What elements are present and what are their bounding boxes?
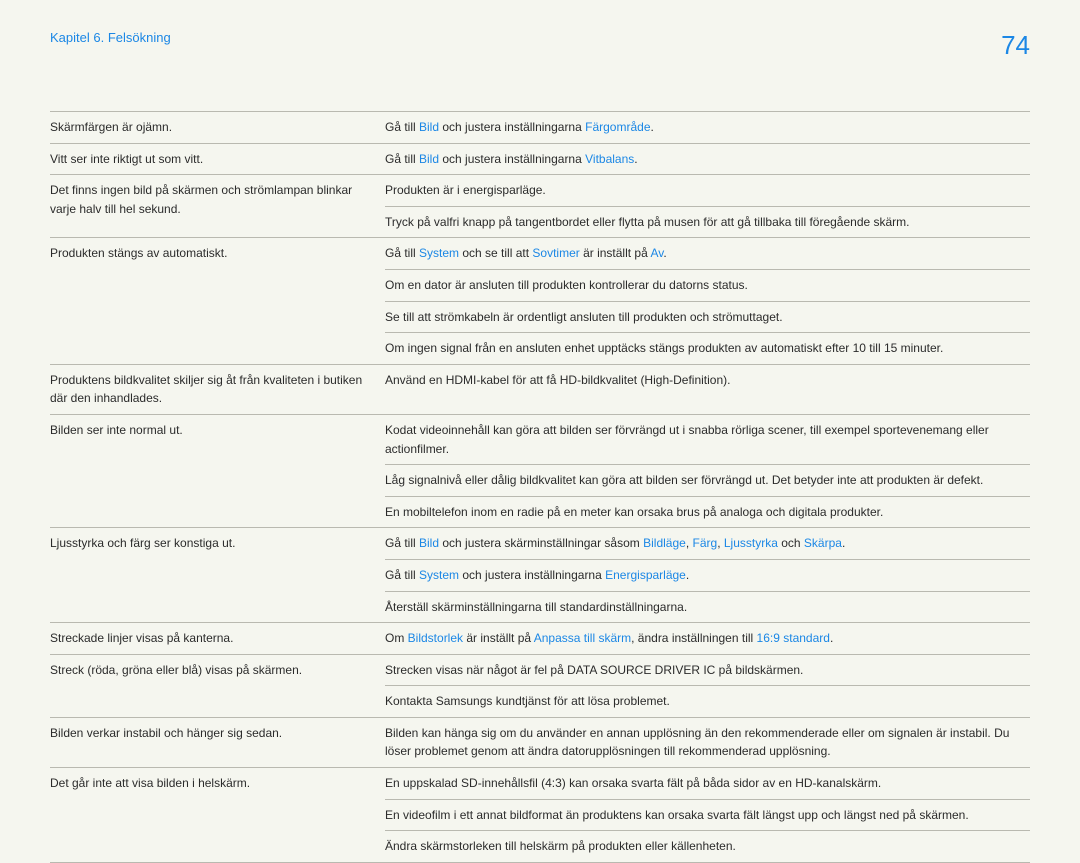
solution-cell: Gå till System och se till att Sovtimer …	[385, 238, 1030, 270]
menu-link: Färg	[693, 536, 718, 550]
table-row: Produkten stängs av automatiskt.Gå till …	[50, 238, 1030, 270]
table-row: Vitt ser inte riktigt ut som vitt.Gå til…	[50, 143, 1030, 175]
issue-cell: Det går inte att visa bilden i helskärm.	[50, 768, 385, 863]
solution-cell: Ändra skärmstorleken till helskärm på pr…	[385, 831, 1030, 863]
content-area: Skärmfärgen är ojämn.Gå till Bild och ju…	[0, 61, 1080, 863]
menu-link: Bildstorlek	[408, 631, 463, 645]
table-row: Produktens bildkvalitet skiljer sig åt f…	[50, 364, 1030, 414]
solution-cell: Kontakta Samsungs kundtjänst för att lös…	[385, 686, 1030, 718]
issue-cell: Bilden verkar instabil och hänger sig se…	[50, 717, 385, 767]
table-row: Streckade linjer visas på kanterna.Om Bi…	[50, 623, 1030, 655]
issue-cell: Ljusstyrka och färg ser konstiga ut.	[50, 528, 385, 623]
menu-link: Energisparläge	[605, 568, 686, 582]
solution-cell: Om en dator är ansluten till produkten k…	[385, 269, 1030, 301]
menu-link: Av	[650, 246, 663, 260]
solution-cell: Använd en HDMI-kabel för att få HD-bildk…	[385, 364, 1030, 414]
page-header: Kapitel 6. Felsökning 74	[0, 0, 1080, 61]
menu-link: Bild	[419, 120, 439, 134]
menu-link: Färgområde	[585, 120, 650, 134]
issue-cell: Bilden ser inte normal ut.	[50, 414, 385, 527]
issue-cell: Det finns ingen bild på skärmen och strö…	[50, 175, 385, 238]
menu-link: System	[419, 246, 459, 260]
menu-link: Bild	[419, 536, 439, 550]
issue-cell: Vitt ser inte riktigt ut som vitt.	[50, 143, 385, 175]
solution-cell: En mobiltelefon inom en radie på en mete…	[385, 496, 1030, 528]
menu-link: Sovtimer	[532, 246, 579, 260]
table-row: Det går inte att visa bilden i helskärm.…	[50, 768, 1030, 800]
issue-cell: Skärmfärgen är ojämn.	[50, 112, 385, 144]
table-row: Ljusstyrka och färg ser konstiga ut.Gå t…	[50, 528, 1030, 560]
solution-cell: Låg signalnivå eller dålig bildkvalitet …	[385, 465, 1030, 497]
menu-link: Anpassa till skärm	[534, 631, 631, 645]
solution-cell: Gå till Bild och justera inställningarna…	[385, 143, 1030, 175]
solution-cell: Gå till System och justera inställningar…	[385, 559, 1030, 591]
issue-cell: Streckade linjer visas på kanterna.	[50, 623, 385, 655]
solution-cell: Om Bildstorlek är inställt på Anpassa ti…	[385, 623, 1030, 655]
solution-cell: Strecken visas när något är fel på DATA …	[385, 654, 1030, 686]
menu-link: 16:9 standard	[757, 631, 830, 645]
menu-link: Ljusstyrka	[724, 536, 778, 550]
menu-link: Bild	[419, 152, 439, 166]
table-row: Skärmfärgen är ojämn.Gå till Bild och ju…	[50, 112, 1030, 144]
solution-cell: En uppskalad SD-innehållsfil (4:3) kan o…	[385, 768, 1030, 800]
issue-cell: Streck (röda, gröna eller blå) visas på …	[50, 654, 385, 717]
solution-cell: En videofilm i ett annat bildformat än p…	[385, 799, 1030, 831]
table-row: Bilden verkar instabil och hänger sig se…	[50, 717, 1030, 767]
menu-link: Bildläge	[643, 536, 686, 550]
solution-cell: Om ingen signal från en ansluten enhet u…	[385, 333, 1030, 365]
solution-cell: Gå till Bild och justera inställningarna…	[385, 112, 1030, 144]
menu-link: Skärpa	[804, 536, 842, 550]
issue-cell: Produktens bildkvalitet skiljer sig åt f…	[50, 364, 385, 414]
solution-cell: Gå till Bild och justera skärminställnin…	[385, 528, 1030, 560]
solution-cell: Bilden kan hänga sig om du använder en a…	[385, 717, 1030, 767]
solution-cell: Kodat videoinnehåll kan göra att bilden …	[385, 414, 1030, 464]
solution-cell: Återställ skärminställningarna till stan…	[385, 591, 1030, 623]
solution-cell: Produkten är i energisparläge.	[385, 175, 1030, 207]
page-number: 74	[1001, 30, 1030, 61]
table-row: Det finns ingen bild på skärmen och strö…	[50, 175, 1030, 207]
troubleshooting-table: Skärmfärgen är ojämn.Gå till Bild och ju…	[50, 111, 1030, 863]
table-row: Streck (röda, gröna eller blå) visas på …	[50, 654, 1030, 686]
issue-cell: Produkten stängs av automatiskt.	[50, 238, 385, 364]
solution-cell: Se till att strömkabeln är ordentligt an…	[385, 301, 1030, 333]
chapter-title: Kapitel 6. Felsökning	[50, 30, 171, 45]
table-row: Bilden ser inte normal ut.Kodat videoinn…	[50, 414, 1030, 464]
solution-cell: Tryck på valfri knapp på tangentbordet e…	[385, 206, 1030, 238]
menu-link: Vitbalans	[585, 152, 634, 166]
menu-link: System	[419, 568, 459, 582]
